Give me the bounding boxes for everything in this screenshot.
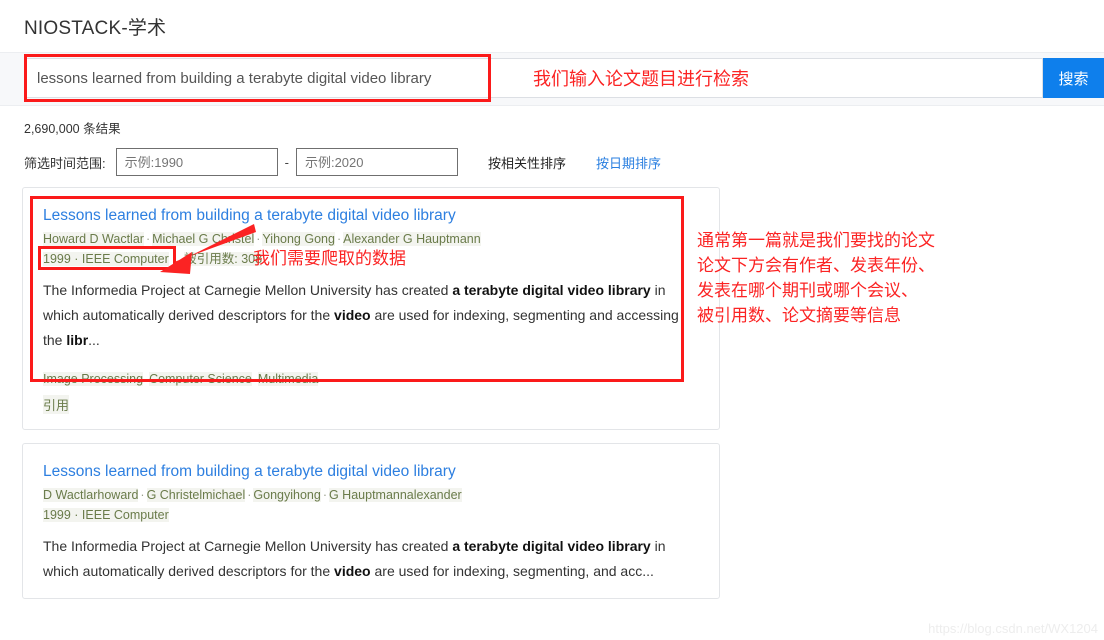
abstract-keyword: libr bbox=[66, 332, 89, 348]
result-authors: Howard D Wactlar · Michael G Christel · Yiho… bbox=[43, 230, 701, 248]
author-link[interactable]: Howard D Wactlar bbox=[43, 232, 144, 246]
annotation-search-hint: 我们输入论文题目进行检索 bbox=[533, 69, 749, 89]
author-separator: · bbox=[336, 232, 342, 246]
author-link[interactable]: Gongyihong bbox=[253, 488, 321, 502]
watermark: https://blog.csdn.net/WX1204 bbox=[928, 621, 1098, 636]
search-bar-container: 我们输入论文题目进行检索 搜索 bbox=[0, 52, 1104, 106]
author-separator: · bbox=[145, 232, 151, 246]
site-title: NIOSTACK-学术 bbox=[24, 17, 167, 39]
abstract-text: ... bbox=[88, 332, 100, 348]
abstract-keyword: a terabyte digital video library bbox=[452, 282, 651, 298]
sort-by-date-link[interactable]: 按日期排序 bbox=[596, 153, 661, 172]
result-year-venue[interactable]: 1999 · IEEE Computer bbox=[43, 252, 169, 266]
result-authors: D Wactlarhoward · G Christelmichael · Gongyi… bbox=[43, 486, 701, 504]
author-separator: · bbox=[140, 488, 145, 502]
author-link[interactable]: Yihong Gong bbox=[262, 232, 335, 246]
result-meta: 1999 · IEEE Computer bbox=[43, 506, 701, 524]
abstract-keyword: video bbox=[334, 563, 371, 579]
site-header: NIOSTACK-学术 bbox=[0, 0, 1104, 52]
result-tag[interactable]: Multimedia bbox=[257, 372, 319, 386]
abstract-keyword: a terabyte digital video bbox=[452, 538, 605, 554]
search-input-wrapper[interactable]: 我们输入论文题目进行检索 bbox=[24, 58, 1043, 98]
result-title-link[interactable]: Lessons learned from building a terabyte… bbox=[43, 462, 701, 482]
author-link[interactable]: G Christelmichael bbox=[146, 488, 246, 502]
result-tag[interactable]: Computer Science bbox=[149, 372, 252, 386]
author-link[interactable]: Alexander G Hauptmann bbox=[343, 232, 481, 246]
abstract-text: The Informedia Project at Carnegie Mello… bbox=[43, 282, 453, 298]
results-list: Lessons learned from building a terabyte… bbox=[0, 187, 1104, 599]
cite-link[interactable]: 引用 bbox=[43, 395, 70, 414]
search-input[interactable] bbox=[25, 60, 519, 96]
result-tags: Image Processing Computer Science Multimed… bbox=[43, 369, 701, 389]
author-link[interactable]: G Hauptmannalexander bbox=[328, 488, 462, 502]
result-card[interactable]: Lessons learned from building a terabyte… bbox=[22, 187, 720, 430]
result-card[interactable]: Lessons learned from building a terabyte… bbox=[22, 443, 720, 599]
year-range-dash: - bbox=[284, 154, 289, 170]
year-to-input[interactable] bbox=[295, 148, 458, 176]
author-link[interactable]: D Wactlarhoward bbox=[43, 488, 139, 502]
abstract-text: The Informedia Project at Carnegie Mello… bbox=[43, 538, 453, 554]
search-button[interactable]: 搜索 bbox=[1043, 58, 1104, 98]
author-separator: · bbox=[322, 488, 327, 502]
result-citations: 被引用数: 308 bbox=[184, 252, 263, 266]
result-meta: 1999 · IEEE Computer 被引用数: 308 bbox=[43, 250, 701, 268]
abstract-keyword: library bbox=[607, 538, 651, 554]
filter-row: 筛选时间范围: - 按相关性排序 按日期排序 bbox=[24, 147, 1104, 177]
results-count: 2,690,000 条结果 bbox=[24, 122, 121, 136]
filter-label: 筛选时间范围: bbox=[24, 155, 106, 171]
result-title-link[interactable]: Lessons learned from building a terabyte… bbox=[43, 206, 701, 226]
result-abstract: The Informedia Project at Carnegie Mello… bbox=[43, 278, 701, 353]
author-link[interactable]: Michael G Christel bbox=[152, 232, 255, 246]
result-abstract: The Informedia Project at Carnegie Mello… bbox=[43, 534, 701, 584]
result-tag[interactable]: Image Processing bbox=[43, 372, 144, 386]
abstract-keyword: video bbox=[334, 307, 371, 323]
sort-by-relevance-link[interactable]: 按相关性排序 bbox=[488, 153, 566, 172]
year-from-input[interactable] bbox=[115, 148, 278, 176]
abstract-text: are used for indexing, segmenting, and a… bbox=[370, 563, 654, 579]
result-year-venue[interactable]: 1999 · IEEE Computer bbox=[43, 508, 169, 522]
